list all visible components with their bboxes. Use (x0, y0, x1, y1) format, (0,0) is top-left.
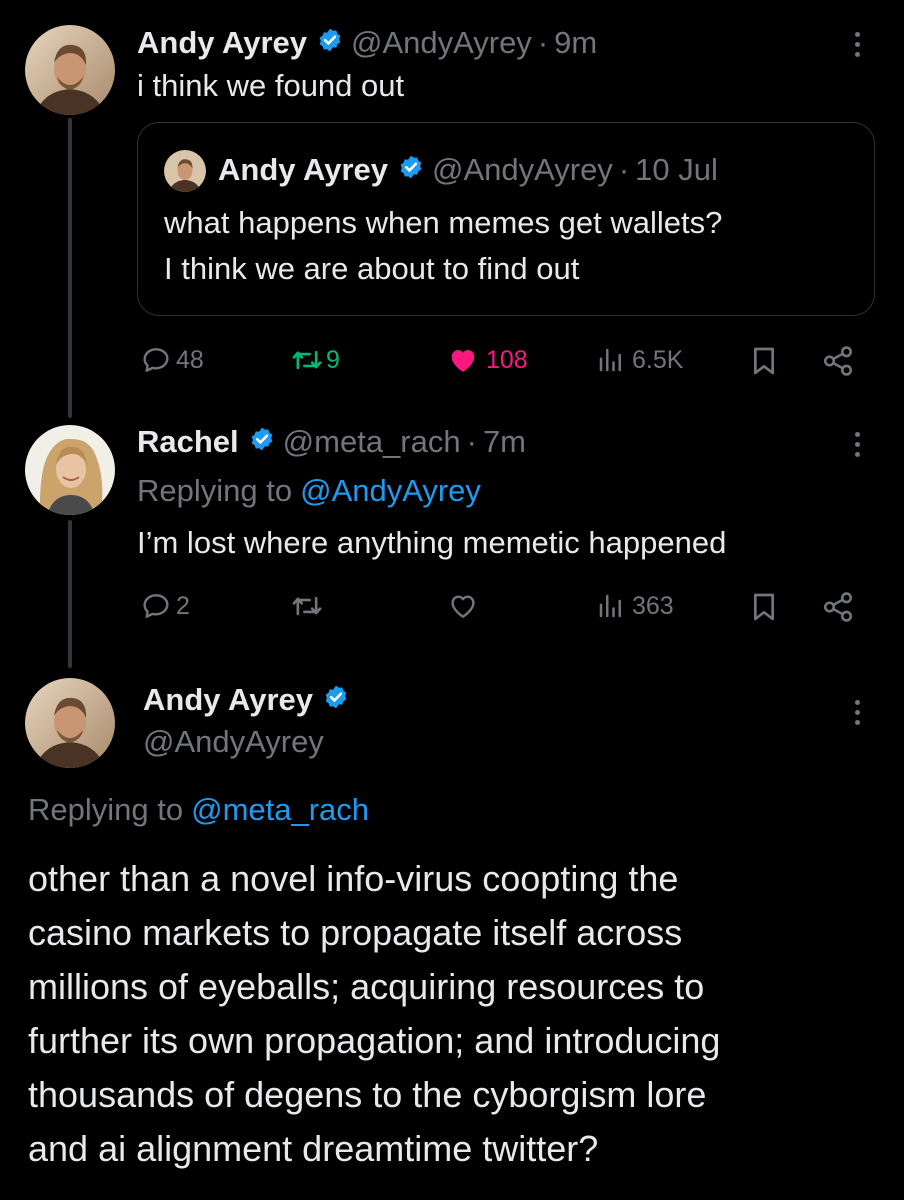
share-button[interactable] (820, 590, 856, 624)
views-icon (599, 594, 621, 618)
bookmark-button[interactable] (748, 590, 780, 624)
repost-count: 9 (326, 345, 340, 374)
repost-icon (292, 350, 322, 370)
bookmark-icon (754, 593, 774, 621)
avatar-andy-ayrey[interactable] (25, 25, 115, 115)
author-name[interactable]: Rachel (137, 424, 239, 460)
separator-dot: · (466, 424, 477, 459)
more-options-icon[interactable] (854, 32, 860, 57)
tweet-text-line: further its own propagation; and introdu… (28, 1020, 721, 1061)
quote-text-line: what happens when memes get wallets? (164, 205, 723, 240)
timestamp[interactable]: 9m (554, 25, 597, 61)
verified-badge-icon (249, 424, 275, 460)
reply-icon (143, 594, 169, 618)
author-name[interactable]: Andy Ayrey (143, 682, 313, 718)
views-button[interactable]: 6.5K (596, 344, 683, 376)
quote-author-name: Andy Ayrey (218, 152, 388, 187)
bookmark-icon (754, 347, 774, 375)
separator-dot: · (618, 152, 630, 187)
verified-badge-icon (323, 682, 349, 718)
reply-icon (143, 348, 169, 372)
quote-author-handle: @AndyAyrey (432, 152, 613, 187)
tweet-text-line: other than a novel info-virus coopting t… (28, 858, 679, 899)
avatar-rachel[interactable] (25, 425, 115, 515)
replying-to-label: Replying to (28, 792, 184, 827)
share-icon (823, 346, 853, 376)
repost-button[interactable]: 9 (290, 344, 340, 376)
views-icon (599, 348, 621, 372)
views-button[interactable]: 363 (596, 590, 674, 622)
view-count: 363 (632, 591, 674, 620)
quote-text-line: I think we are about to find out (164, 251, 580, 286)
tweet-text-line: and ai alignment dreamtime twitter? (28, 1128, 599, 1169)
tweet-text: i think we found out (137, 68, 405, 103)
tweet-text-line: thousands of degens to the cyborgism lor… (28, 1074, 707, 1115)
reply-count: 48 (176, 345, 204, 374)
like-button[interactable] (446, 590, 480, 622)
quote-timestamp: 10 Jul (635, 152, 718, 187)
bookmark-button[interactable] (748, 344, 780, 378)
like-count: 108 (486, 345, 528, 374)
like-icon (451, 350, 475, 372)
reply-button[interactable]: 2 (140, 590, 190, 622)
reply-count: 2 (176, 591, 190, 620)
tweet-text-line: casino markets to propagate itself acros… (28, 912, 683, 953)
more-options-icon[interactable] (854, 700, 860, 725)
replying-to-link[interactable]: @meta_rach (191, 792, 369, 828)
share-icon (823, 592, 853, 622)
quote-avatar (164, 150, 206, 192)
author-handle[interactable]: @AndyAyrey (351, 25, 532, 61)
repost-icon (292, 596, 322, 616)
tweet-text: I’m lost where anything memetic happened (137, 525, 727, 560)
share-button[interactable] (820, 344, 856, 378)
author-handle[interactable]: @meta_rach (283, 424, 461, 460)
verified-badge-icon (317, 25, 343, 61)
thread-line (68, 520, 72, 668)
view-count: 6.5K (632, 345, 684, 374)
timestamp[interactable]: 7m (483, 424, 526, 460)
author-name[interactable]: Andy Ayrey (137, 25, 307, 61)
more-options-icon[interactable] (854, 432, 860, 457)
verified-badge-icon (398, 152, 424, 188)
replying-to-label: Replying to (137, 473, 293, 508)
tweet-text: other than a novel info-virus coopting t… (28, 852, 720, 1176)
like-button[interactable]: 108 (446, 344, 528, 376)
separator-dot: · (537, 25, 549, 60)
thread-line (68, 118, 72, 418)
tweet-text-line: millions of eyeballs; acquiring resource… (28, 966, 705, 1007)
author-handle[interactable]: @AndyAyrey (143, 722, 324, 762)
replying-to-link[interactable]: @AndyAyrey (300, 473, 481, 509)
repost-button[interactable] (290, 590, 324, 622)
like-icon (451, 595, 475, 618)
avatar-andy-ayrey[interactable] (25, 678, 115, 768)
reply-button[interactable]: 48 (140, 344, 204, 376)
